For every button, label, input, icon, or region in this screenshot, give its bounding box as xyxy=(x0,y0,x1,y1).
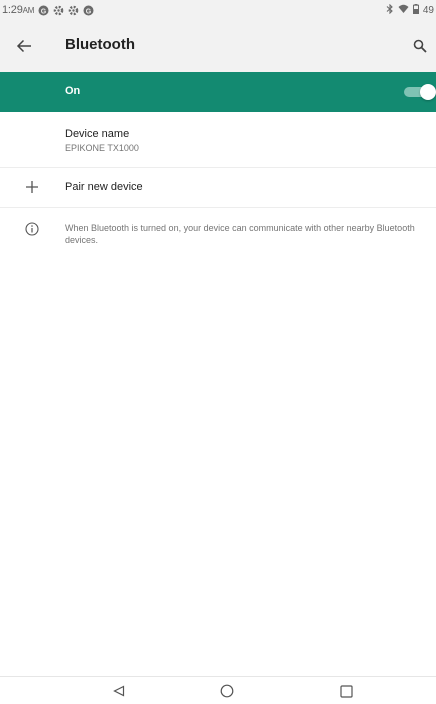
navigation-bar xyxy=(0,676,436,704)
battery-percent: 49 xyxy=(422,4,434,16)
settings-gear-icon xyxy=(68,5,79,16)
back-button[interactable] xyxy=(12,34,36,58)
bluetooth-toggle[interactable] xyxy=(404,84,436,100)
pair-new-device-label: Pair new device xyxy=(65,181,143,193)
nav-home-icon xyxy=(220,684,234,698)
device-name-value: EPIKONE TX1000 xyxy=(65,143,139,153)
device-name-title: Device name xyxy=(65,128,130,140)
nav-recents-button[interactable] xyxy=(337,682,355,700)
master-switch-label: On xyxy=(65,85,81,97)
nav-back-icon xyxy=(113,685,125,697)
toggle-thumb xyxy=(420,84,436,100)
nav-home-button[interactable] xyxy=(218,682,236,700)
bluetooth-info-row: When Bluetooth is turned on, your device… xyxy=(0,207,436,268)
arrow-back-icon xyxy=(16,39,31,53)
bluetooth-master-switch-bar[interactable]: On xyxy=(0,72,436,112)
nav-back-button[interactable] xyxy=(110,682,128,700)
status-right: 49 xyxy=(386,3,436,17)
svg-text:G: G xyxy=(86,8,92,15)
status-time-value: 1:29 xyxy=(2,4,23,16)
bluetooth-info-text: When Bluetooth is turned on, your device… xyxy=(65,223,415,245)
toolbar: Bluetooth xyxy=(0,20,436,72)
notification-g-icon: G xyxy=(83,5,94,16)
notification-g-icon: G xyxy=(38,5,49,16)
info-icon xyxy=(23,220,41,238)
search-icon xyxy=(413,39,427,53)
bluetooth-icon xyxy=(386,3,394,17)
nav-recents-icon xyxy=(339,684,353,698)
svg-text:G: G xyxy=(41,8,47,15)
phone-screen: 1:29AM G G 49 Bluetooth On Device name E… xyxy=(0,0,436,704)
pair-new-device-row[interactable]: Pair new device xyxy=(0,167,436,208)
battery-icon xyxy=(412,3,419,17)
status-bar: 1:29AM G G 49 xyxy=(0,0,436,20)
device-name-row[interactable]: Device name EPIKONE TX1000 xyxy=(0,112,436,167)
plus-icon xyxy=(23,178,41,196)
settings-gear-icon xyxy=(53,5,64,16)
status-left: 1:29AM G G xyxy=(0,4,94,16)
status-time: 1:29AM xyxy=(2,4,34,16)
page-title: Bluetooth xyxy=(65,36,135,53)
wifi-icon xyxy=(398,4,409,17)
search-button[interactable] xyxy=(408,34,432,58)
status-time-ampm: AM xyxy=(22,6,35,15)
